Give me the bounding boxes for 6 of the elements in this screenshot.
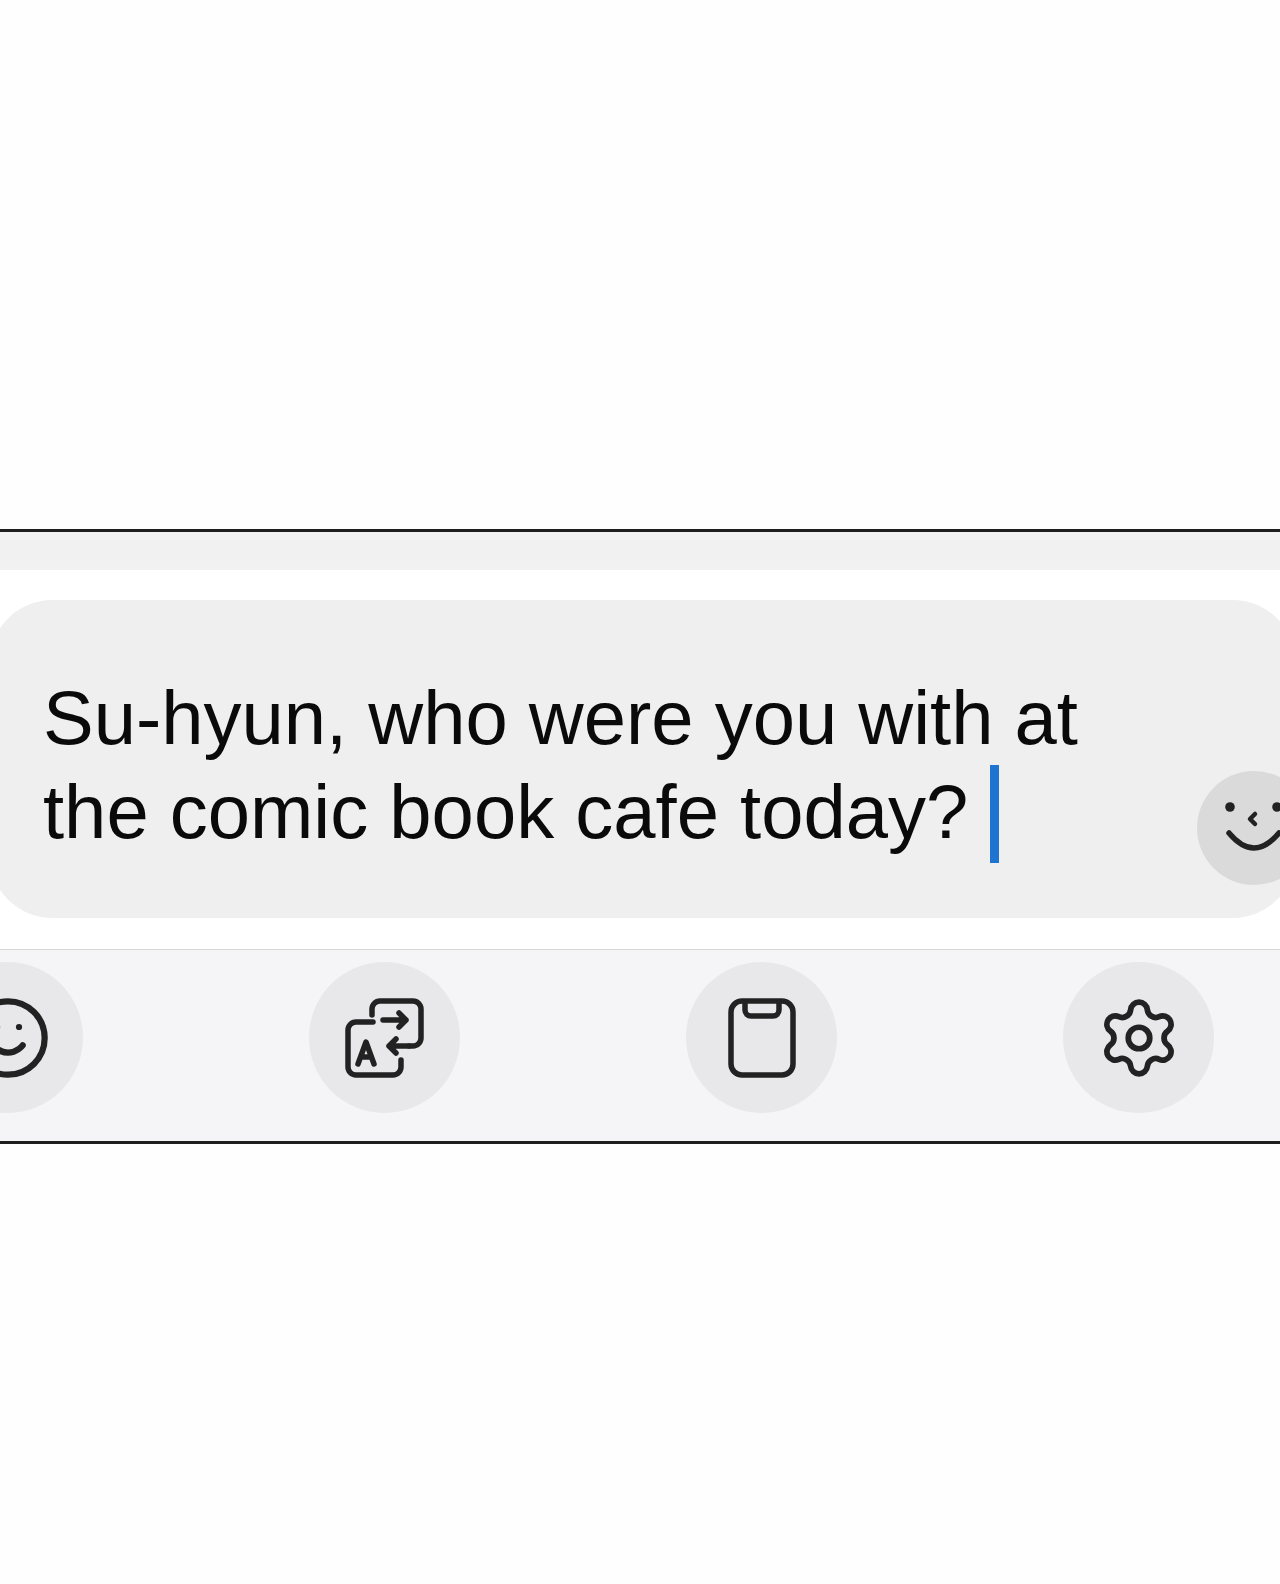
translate-icon <box>344 997 425 1078</box>
clipboard-icon <box>727 997 796 1078</box>
emoji-button[interactable] <box>1197 771 1280 885</box>
message-text: Su-hyun, who were you with at the comic book cafe today? <box>43 675 1078 854</box>
message-input-field[interactable]: Su-hyun, who were you with at the comic book cafe today? <box>0 600 1280 918</box>
smiley-icon <box>1224 802 1280 854</box>
